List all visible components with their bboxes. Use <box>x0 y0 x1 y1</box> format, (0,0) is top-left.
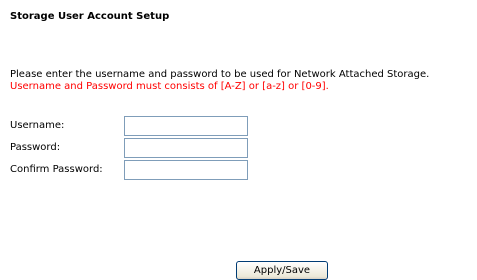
password-label: Password: <box>10 142 61 153</box>
page-title: Storage User Account Setup <box>10 11 170 22</box>
username-label: Username: <box>10 120 65 131</box>
instructions: Please enter the username and password t… <box>10 69 429 93</box>
apply-save-button[interactable]: Apply/Save <box>236 261 328 280</box>
description-text: Please enter the username and password t… <box>10 69 430 80</box>
confirm-password-label: Confirm Password: <box>10 164 103 175</box>
confirm-password-input[interactable] <box>124 160 248 180</box>
password-input[interactable] <box>124 138 248 158</box>
validation-warning-text: Username and Password must consists of [… <box>10 81 329 92</box>
username-input[interactable] <box>124 116 248 136</box>
